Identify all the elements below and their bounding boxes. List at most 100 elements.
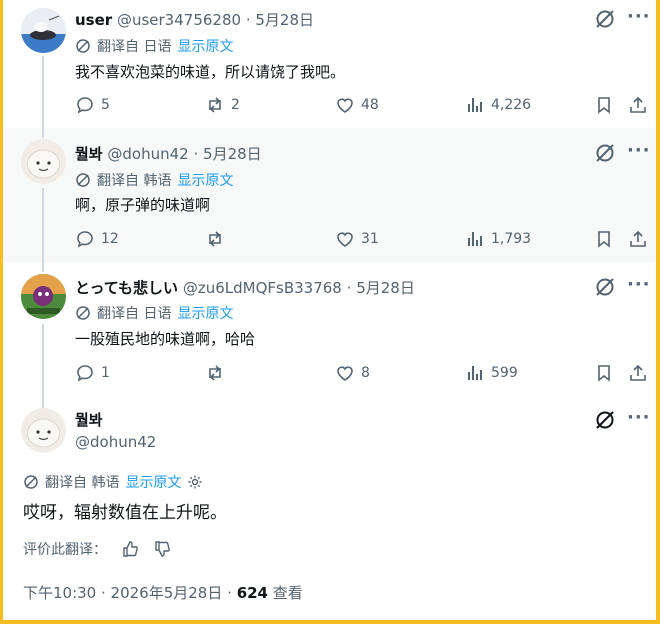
thread-line xyxy=(42,128,44,138)
separator: · xyxy=(245,11,251,29)
translated-from: 翻译自 韩语 xyxy=(45,475,120,491)
reply-count: 1 xyxy=(101,365,110,381)
more-icon[interactable]: ··· xyxy=(627,140,651,161)
grok-icon[interactable] xyxy=(594,8,616,30)
translate-icon xyxy=(76,39,90,53)
reply-post-3[interactable]: とっても悲しい @zu6LdMQFsB33768 · 5月28日 ··· 翻译自… xyxy=(3,262,656,396)
translated-from: 翻译自 日语 xyxy=(97,306,172,322)
share-icon xyxy=(630,230,646,247)
reply-button[interactable]: 5 xyxy=(75,95,110,115)
bookmark-icon xyxy=(598,97,610,114)
share-button[interactable] xyxy=(628,363,648,387)
more-icon[interactable]: ··· xyxy=(627,6,651,27)
like-count: 48 xyxy=(361,97,379,113)
conversation-panel: user @user34756280 · 5月28日 ··· 翻译自 日语 显示… xyxy=(3,0,656,620)
reply-post-1[interactable]: user @user34756280 · 5月28日 ··· 翻译自 日语 显示… xyxy=(3,0,656,128)
display-name[interactable]: 뭘봐 xyxy=(75,409,103,430)
timestamp[interactable]: 5月28日 xyxy=(203,145,262,163)
repost-button[interactable] xyxy=(205,363,225,383)
grok-icon[interactable] xyxy=(594,142,616,164)
views-count: 624 xyxy=(236,584,268,602)
handle[interactable]: @dohun42 xyxy=(75,433,156,451)
repost-count: 2 xyxy=(231,97,240,113)
repost-icon xyxy=(209,365,221,381)
show-original-link[interactable]: 显示原文 xyxy=(177,170,233,190)
bookmark-icon xyxy=(598,365,610,382)
post-header: user @user34756280 · 5月28日 xyxy=(75,9,314,30)
translated-from: 翻译自 日语 xyxy=(97,39,172,55)
show-original-link[interactable]: 显示原文 xyxy=(177,36,233,56)
view-count: 4,226 xyxy=(491,97,532,113)
handle[interactable]: @dohun42 xyxy=(107,145,188,163)
bookmark-button[interactable] xyxy=(594,229,614,253)
avatar[interactable] xyxy=(21,139,66,184)
action-bar: 1 8 599 xyxy=(75,363,653,385)
more-icon[interactable]: ··· xyxy=(627,274,651,295)
action-bar: 5 2 48 4,226 xyxy=(75,95,653,117)
repost-icon xyxy=(209,97,221,113)
view-count: 1,793 xyxy=(491,231,532,247)
thread-line xyxy=(42,324,44,396)
share-button[interactable] xyxy=(628,229,648,253)
repost-button[interactable] xyxy=(205,229,225,249)
post-header: 뭘봐 @dohun42 · 5月28日 xyxy=(75,143,262,164)
post-header: とっても悲しい @zu6LdMQFsB33768 · 5月28日 xyxy=(75,277,415,298)
show-original-link[interactable]: 显示原文 xyxy=(177,303,233,323)
display-name[interactable]: 뭘봐 xyxy=(75,145,103,163)
post-time[interactable]: 下午10:30 · 2026年5月28日 xyxy=(23,584,222,602)
thumbs-down-icon[interactable] xyxy=(153,540,171,558)
rate-translation: 评价此翻译： xyxy=(23,539,171,559)
translate-icon xyxy=(24,475,38,489)
show-original-link[interactable]: 显示原文 xyxy=(125,472,181,492)
thumbs-up-icon[interactable] xyxy=(121,540,139,558)
action-bar: 12 31 1,793 xyxy=(75,229,653,251)
display-name[interactable]: とっても悲しい xyxy=(75,279,178,297)
display-name[interactable]: user xyxy=(75,11,112,29)
like-count: 31 xyxy=(361,231,379,247)
like-button[interactable]: 48 xyxy=(335,95,379,115)
like-icon xyxy=(337,366,353,381)
bookmark-icon xyxy=(598,231,610,248)
avatar[interactable] xyxy=(21,8,66,53)
share-icon xyxy=(630,96,646,113)
reply-icon xyxy=(77,365,93,382)
handle[interactable]: @zu6LdMQFsB33768 xyxy=(183,279,342,297)
reply-button[interactable]: 12 xyxy=(75,229,119,249)
share-icon xyxy=(630,364,646,381)
translation-note: 翻译自 韩语 显示原文 xyxy=(75,170,233,190)
views-button[interactable]: 599 xyxy=(465,363,518,383)
like-count: 8 xyxy=(361,365,370,381)
timestamp[interactable]: 5月28日 xyxy=(356,279,415,297)
separator: · xyxy=(346,279,352,297)
avatar[interactable] xyxy=(21,274,66,319)
grok-icon[interactable] xyxy=(594,409,616,431)
like-icon xyxy=(337,232,353,247)
main-post: 뭘봐 @dohun42 ··· 翻译自 韩语 显示原文 哎呀，辐射数值在上升呢。… xyxy=(3,396,656,620)
reply-icon xyxy=(77,97,93,114)
separator: · xyxy=(227,584,232,602)
avatar[interactable] xyxy=(21,408,66,453)
bookmark-button[interactable] xyxy=(594,95,614,119)
like-button[interactable]: 31 xyxy=(335,229,379,249)
bookmark-button[interactable] xyxy=(594,363,614,387)
share-button[interactable] xyxy=(628,95,648,119)
translated-from: 翻译自 韩语 xyxy=(97,173,172,189)
post-text: 一股殖民地的味道啊，哈哈 xyxy=(75,330,256,348)
reply-post-2[interactable]: 뭘봐 @dohun42 · 5月28日 ··· 翻译自 韩语 显示原文 啊，原子… xyxy=(3,128,656,262)
timestamp[interactable]: 5月28日 xyxy=(255,11,314,29)
views-icon xyxy=(468,232,482,246)
gear-icon[interactable] xyxy=(187,474,203,490)
thread-line xyxy=(42,262,44,272)
like-button[interactable]: 8 xyxy=(335,363,370,383)
grok-icon[interactable] xyxy=(594,276,616,298)
post-meta: 下午10:30 · 2026年5月28日 · 624 查看 xyxy=(23,582,303,603)
repost-icon xyxy=(209,231,221,247)
separator: · xyxy=(193,145,199,163)
handle[interactable]: @user34756280 xyxy=(117,11,241,29)
more-icon[interactable]: ··· xyxy=(627,407,651,428)
thread-line xyxy=(42,56,44,128)
repost-button[interactable]: 2 xyxy=(205,95,240,115)
views-button[interactable]: 4,226 xyxy=(465,95,531,115)
views-button[interactable]: 1,793 xyxy=(465,229,531,249)
reply-button[interactable]: 1 xyxy=(75,363,110,383)
